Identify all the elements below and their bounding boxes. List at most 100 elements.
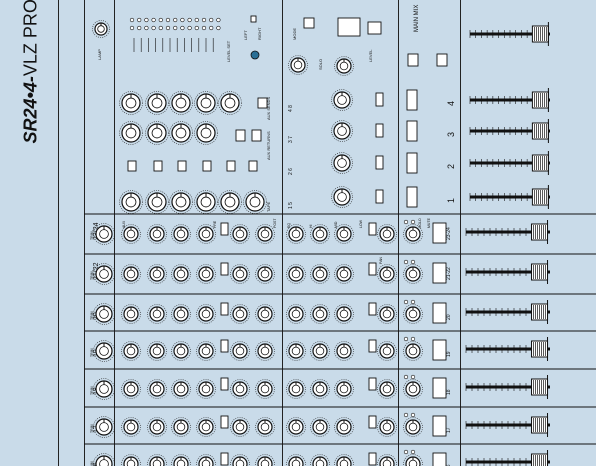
channel-group-label: 19 (446, 351, 452, 357)
group-assign-button-2[interactable] (375, 155, 384, 170)
mid-label: MID (334, 221, 338, 228)
aux-solo-button-4[interactable] (202, 160, 212, 172)
solo-section-label: SOLO (318, 59, 323, 70)
meter-led (144, 17, 149, 23)
channel-led (403, 299, 409, 305)
meter-led (180, 17, 185, 23)
group-number-4: 4 (446, 101, 456, 106)
channel-eq-button[interactable] (368, 262, 377, 276)
channel-pre-button[interactable] (220, 262, 229, 276)
group-solo-button-4[interactable] (406, 89, 418, 111)
mixer-panel: SR24•4-VLZ PRO LAMP LEVEL SET LEFT RIGHT AUX… (0, 0, 596, 466)
aux-solo-button-3[interactable] (177, 160, 187, 172)
group-solo-button-3[interactable] (406, 120, 418, 142)
meter-led (209, 17, 214, 23)
channel-pre-button[interactable] (220, 377, 229, 391)
channel-led (403, 336, 409, 342)
meter-led (194, 25, 199, 31)
meter-led (137, 17, 142, 23)
auto-button[interactable] (367, 21, 382, 35)
channel-led (410, 336, 416, 342)
group-solo-button-1[interactable] (406, 186, 418, 208)
channel-led (403, 449, 409, 455)
mode-label: MODE (292, 28, 297, 40)
channel-eq-button[interactable] (368, 377, 377, 391)
group-tracks-label: 2 6 (288, 168, 294, 175)
group-tracks-label: 4 8 (288, 105, 294, 112)
meter-led (194, 17, 199, 23)
meter-led (173, 17, 178, 23)
channel-led (410, 299, 416, 305)
pre-label: PRE (213, 220, 217, 228)
post-label: POST (273, 218, 277, 228)
channel-led (410, 412, 416, 418)
channel-led (403, 374, 409, 380)
power-led-box[interactable] (250, 15, 257, 23)
meter-led (158, 25, 163, 31)
channel-group-label: 21-22 (446, 267, 452, 280)
group-assign-button-3[interactable] (375, 123, 384, 138)
meter-led (129, 17, 135, 23)
level-label: LEVEL (368, 49, 373, 62)
channel-group-label: 20 (446, 314, 452, 320)
channel-led (410, 374, 416, 380)
meter-led (144, 25, 149, 31)
eq-label: EQ (287, 223, 291, 228)
tape-label: TAPE (266, 202, 271, 212)
aux-solo-button-1[interactable] (127, 160, 137, 172)
meter-led (165, 25, 171, 31)
channel-mute-button[interactable] (432, 415, 447, 437)
channel-led (403, 219, 409, 225)
channel-group-label: 18 (446, 389, 452, 395)
group-number-3: 3 (446, 132, 456, 137)
channel-mute-button[interactable] (432, 452, 447, 466)
right-meter-label: RIGHT (257, 27, 262, 40)
channel-pre-button[interactable] (220, 452, 229, 466)
solo-label: SOLO (418, 218, 422, 228)
meter-led (173, 25, 178, 31)
meter-led (137, 25, 142, 31)
channel-mute-button[interactable] (432, 339, 447, 361)
meter-led (216, 17, 221, 23)
channel-pre-button[interactable] (220, 339, 229, 353)
aux-return-button-2[interactable] (251, 129, 262, 142)
meter-led (201, 17, 207, 23)
channel-eq-button[interactable] (368, 302, 377, 316)
main-mix-assign-button[interactable] (436, 53, 448, 67)
channel-pre-button[interactable] (220, 415, 229, 429)
channel-led (410, 219, 416, 225)
group-tracks-label: 3 7 (288, 136, 294, 143)
channel-pre-button[interactable] (220, 302, 229, 316)
solo-mode-button[interactable] (337, 17, 361, 37)
meter-led (187, 17, 192, 23)
main-mix-select-button[interactable] (407, 53, 419, 67)
channel-mute-button[interactable] (432, 222, 447, 244)
channel-eq-button[interactable] (368, 452, 377, 466)
group-assign-button-1[interactable] (375, 189, 384, 204)
channel-pre-button[interactable] (220, 222, 229, 236)
aux-returns-label: AUX RETURNS (266, 131, 271, 160)
aux-solo-button-6[interactable] (248, 160, 258, 172)
channel-eq-button[interactable] (368, 415, 377, 429)
group-solo-button-2[interactable] (406, 152, 418, 174)
aux-solo-button-5[interactable] (226, 160, 236, 172)
channel-led (410, 449, 416, 455)
channel-mute-button[interactable] (432, 377, 447, 399)
mixer-drawing: LAMP LEVEL SET LEFT RIGHT AUX SENDS AUX RETUR… (84, 5, 596, 466)
lamp-label: LAMP (97, 49, 102, 60)
channel-eq-button[interactable] (368, 339, 377, 353)
mode-button[interactable] (303, 17, 315, 29)
group-number-1: 1 (446, 198, 456, 203)
aux-solo-button-2[interactable] (153, 160, 163, 172)
low-label: LOW (359, 219, 363, 228)
meter-led (187, 25, 192, 31)
group-tracks-label: 1 5 (288, 202, 294, 209)
group-number-2: 2 (446, 164, 456, 169)
group-assign-button-4[interactable] (375, 92, 384, 107)
channel-eq-button[interactable] (368, 222, 377, 236)
aux-return-button-1[interactable] (235, 129, 246, 142)
aux-label: AUX (122, 220, 126, 228)
channel-mute-button[interactable] (432, 302, 447, 324)
meter-led (209, 25, 214, 31)
channel-mute-button[interactable] (432, 262, 447, 284)
